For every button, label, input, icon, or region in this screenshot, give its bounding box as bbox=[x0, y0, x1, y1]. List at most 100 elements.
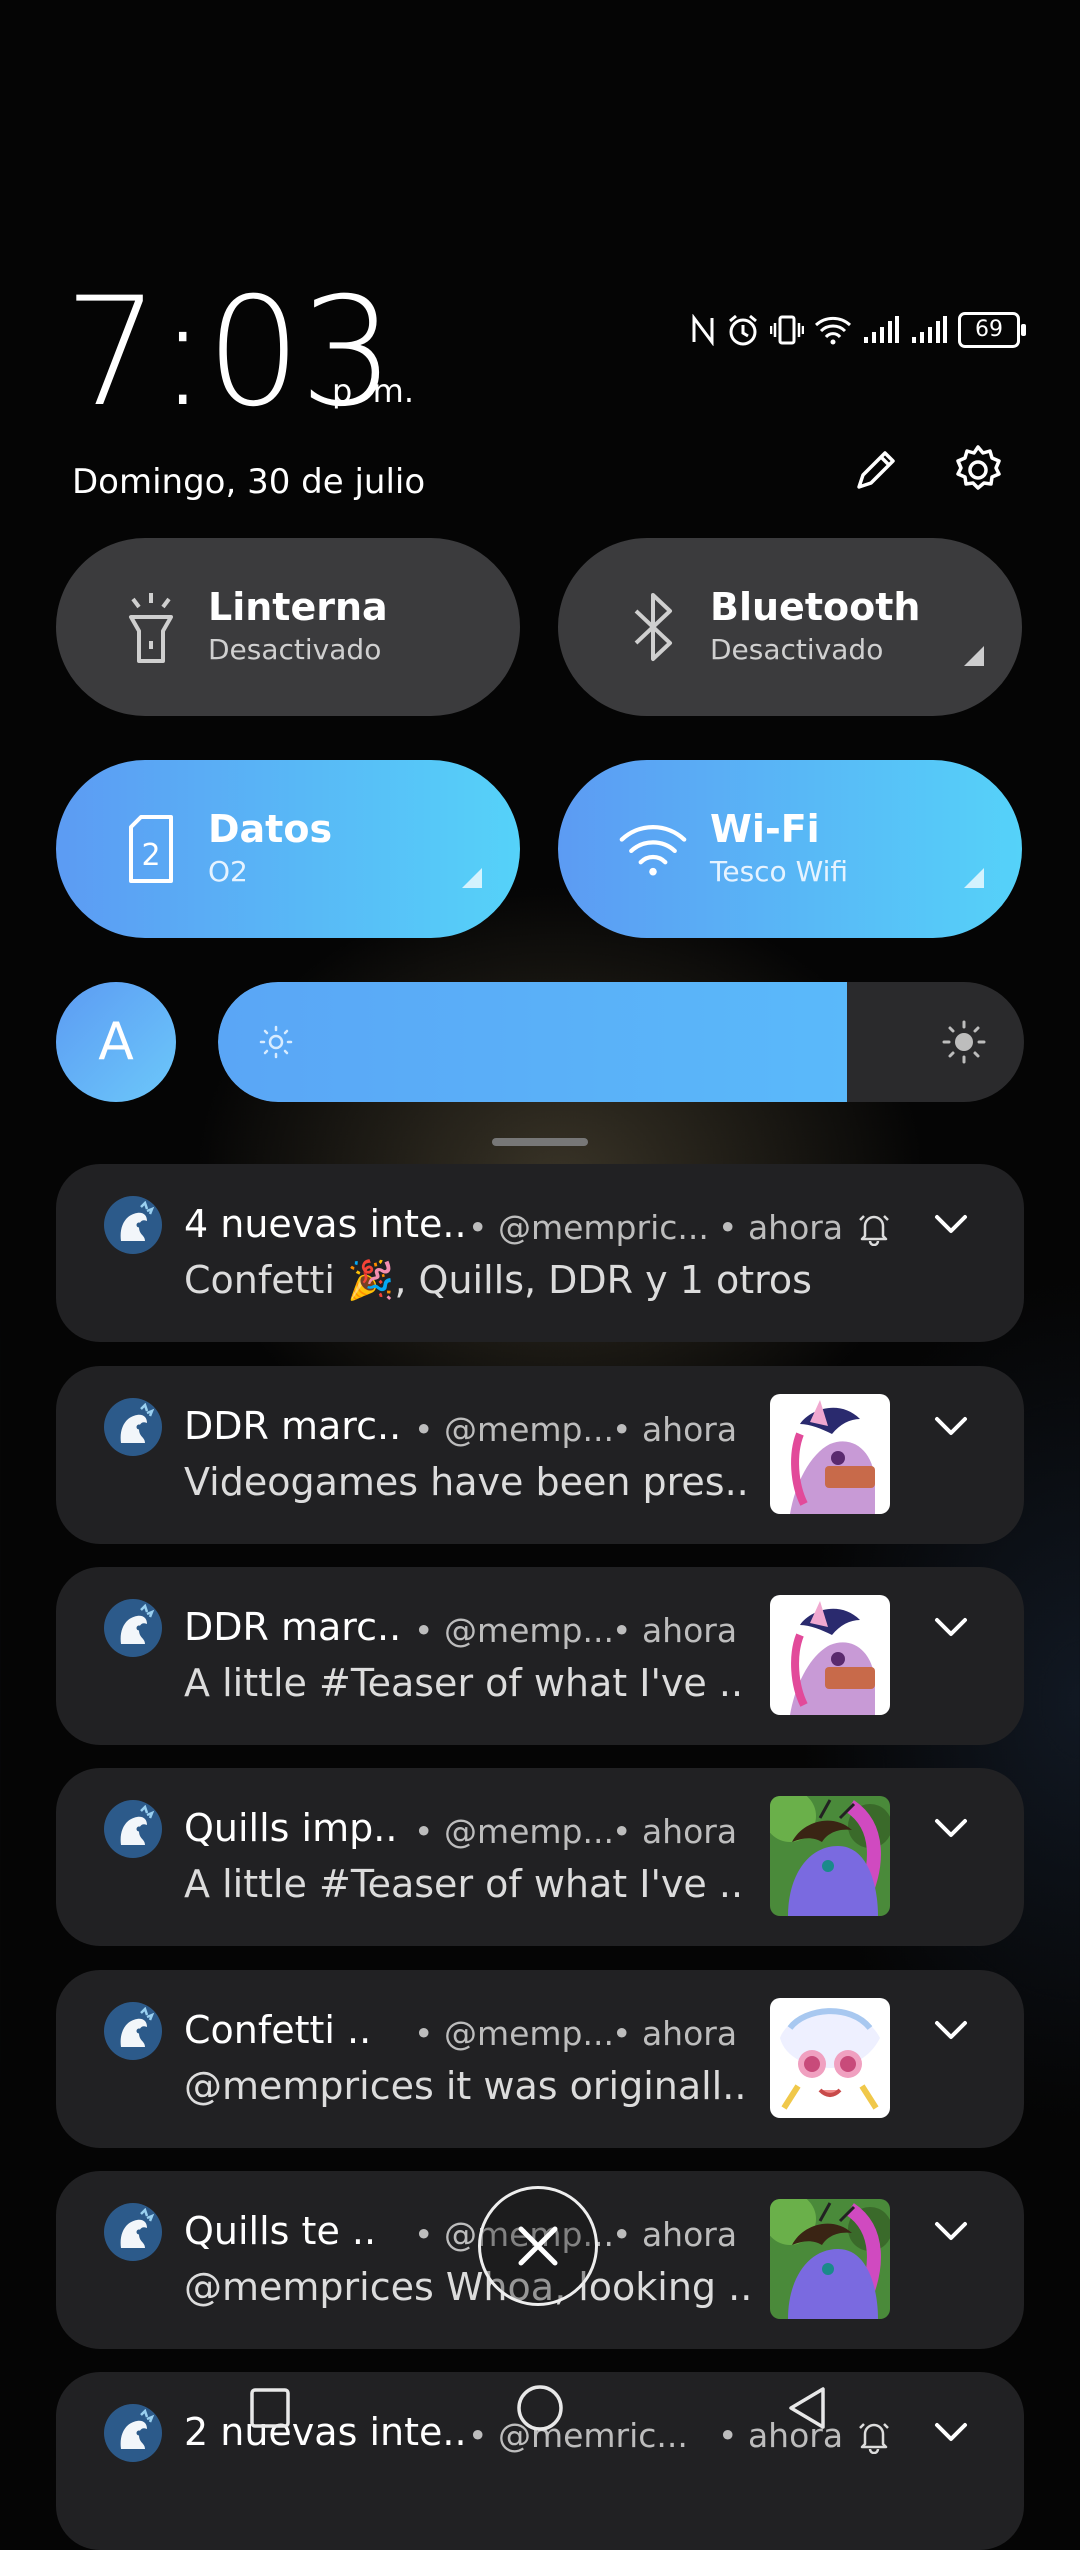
gear-icon bbox=[956, 445, 1001, 490]
tile-flashlight[interactable]: Linterna Desactivado bbox=[56, 538, 520, 716]
recents-button[interactable] bbox=[240, 2378, 300, 2438]
chevron-down-icon[interactable] bbox=[926, 2412, 976, 2452]
bell-icon[interactable] bbox=[856, 1210, 892, 1250]
close-icon bbox=[518, 2226, 558, 2266]
app-avatar-icon bbox=[104, 2002, 162, 2060]
wifi-status-icon bbox=[814, 316, 852, 345]
battery-icon: 69 bbox=[958, 312, 1026, 348]
notification-thumbnail bbox=[770, 1595, 890, 1715]
back-button[interactable] bbox=[778, 2378, 838, 2438]
sun-large-icon bbox=[942, 1020, 986, 1064]
settings-button[interactable] bbox=[948, 440, 1008, 500]
app-avatar-icon bbox=[104, 1398, 162, 1456]
app-avatar-icon bbox=[104, 1599, 162, 1657]
brightness-slider[interactable] bbox=[218, 982, 1024, 1102]
chevron-down-icon[interactable] bbox=[926, 1607, 976, 1647]
tile-title: Wi-Fi bbox=[710, 807, 820, 851]
notification-card[interactable]: Confetti .. • @memp... • ahora @memprices i… bbox=[56, 1970, 1024, 2148]
tile-wifi[interactable]: Wi-Fi Tesco Wifi bbox=[558, 760, 1022, 938]
notification-body: Videogames have been pres.. bbox=[184, 1460, 749, 1504]
expand-corner-icon bbox=[964, 868, 984, 888]
notification-title: Quills imp.. bbox=[184, 1806, 398, 1850]
expand-corner-icon bbox=[964, 646, 984, 666]
notification-card[interactable]: DDR marc.. • @memp... • ahora Videogames ha… bbox=[56, 1366, 1024, 1544]
notification-time: • ahora bbox=[718, 1208, 844, 1247]
status-bar: 69 bbox=[690, 312, 1026, 348]
chevron-down-icon[interactable] bbox=[926, 1406, 976, 1446]
date-label: Domingo, 30 de julio bbox=[72, 462, 426, 502]
notification-title: DDR marc.. bbox=[184, 1605, 402, 1649]
expand-corner-icon bbox=[462, 868, 482, 888]
chevron-down-icon[interactable] bbox=[926, 2010, 976, 2050]
notification-title: DDR marc.. bbox=[184, 1404, 402, 1448]
chevron-down-icon[interactable] bbox=[926, 1808, 976, 1848]
signal-icon-2 bbox=[912, 316, 947, 343]
svg-text:2: 2 bbox=[141, 838, 160, 873]
square-icon bbox=[250, 2388, 290, 2428]
notification-time: • ahora bbox=[612, 1812, 738, 1851]
notification-body: @memprices Whoa, looking .. bbox=[184, 2265, 753, 2309]
notification-thumbnail bbox=[770, 1998, 890, 2118]
sun-small-icon bbox=[259, 1025, 293, 1059]
tile-title: Linterna bbox=[208, 585, 388, 629]
vibrate-icon bbox=[770, 315, 804, 345]
notification-title: 2 nuevas inte.. bbox=[184, 2410, 467, 2454]
brightness-fill bbox=[218, 982, 847, 1102]
notification-handle: • @memp... bbox=[414, 1812, 614, 1851]
notification-time: • ahora bbox=[612, 1611, 738, 1650]
tile-title: Datos bbox=[208, 807, 333, 851]
notification-title: 4 nuevas inte.. bbox=[184, 1202, 467, 1246]
tile-subtitle: Desactivado bbox=[710, 633, 884, 666]
wifi-icon bbox=[618, 819, 688, 879]
circle-icon bbox=[517, 2385, 563, 2431]
notification-handle: • @memp... bbox=[414, 1410, 614, 1449]
notification-time: • ahora bbox=[612, 2215, 738, 2254]
home-button[interactable] bbox=[510, 2378, 570, 2438]
signal-icon bbox=[864, 316, 899, 343]
tile-subtitle: Tesco Wifi bbox=[710, 855, 849, 888]
notification-thumbnail bbox=[770, 1796, 890, 1916]
app-avatar-icon bbox=[104, 1196, 162, 1254]
app-avatar-icon bbox=[104, 1800, 162, 1858]
clear-all-button[interactable] bbox=[478, 2186, 598, 2306]
auto-brightness-label: A bbox=[98, 1012, 134, 1072]
alarm-icon bbox=[729, 314, 757, 346]
tile-subtitle: Desactivado bbox=[208, 633, 382, 666]
notification-card[interactable]: 4 nuevas inte.. • @mempric... • ahora Confe… bbox=[56, 1164, 1024, 1342]
bell-icon[interactable] bbox=[856, 2418, 892, 2458]
auto-brightness-button[interactable]: A bbox=[56, 982, 176, 1102]
tile-subtitle: O2 bbox=[208, 855, 248, 888]
notification-handle: • @memp... bbox=[414, 2014, 614, 2053]
chevron-down-icon[interactable] bbox=[926, 1204, 976, 1244]
app-avatar-icon bbox=[104, 2203, 162, 2261]
notification-thumbnail bbox=[770, 1394, 890, 1514]
app-avatar-icon bbox=[104, 2404, 162, 2462]
nfc-icon bbox=[692, 314, 714, 346]
notification-card[interactable]: DDR marc.. • @memp... • ahora A little #Tea… bbox=[56, 1567, 1024, 1745]
notification-body: A little #Teaser of what I've .. bbox=[184, 1661, 744, 1705]
tile-title: Bluetooth bbox=[710, 585, 921, 629]
notification-handle: • @memp... bbox=[414, 1611, 614, 1650]
pencil-icon bbox=[857, 451, 895, 489]
bluetooth-icon bbox=[618, 589, 688, 665]
notification-time: • ahora bbox=[612, 2014, 738, 2053]
notification-body: A little #Teaser of what I've .. bbox=[184, 1862, 744, 1906]
notification-handle: • @mempric... bbox=[468, 1208, 709, 1247]
notification-thumbnail bbox=[770, 2199, 890, 2319]
drag-handle[interactable] bbox=[492, 1138, 588, 1146]
notification-body: @memprices it was originall.. bbox=[184, 2064, 747, 2108]
notification-handle: • @memric... bbox=[468, 2416, 688, 2455]
flashlight-icon bbox=[116, 589, 186, 665]
clock-ampm: p. m. bbox=[332, 372, 414, 410]
tile-mobile-data[interactable]: 2 Datos O2 bbox=[56, 760, 520, 938]
notification-body: Confetti 🎉, Quills, DDR y 1 otros bbox=[184, 1258, 812, 1302]
edit-button[interactable] bbox=[846, 440, 906, 500]
notification-title: Quills te .. bbox=[184, 2209, 377, 2253]
notification-time: • ahora bbox=[612, 1410, 738, 1449]
notification-card[interactable]: Quills imp.. • @memp... • ahora A little #T… bbox=[56, 1768, 1024, 1946]
tile-bluetooth[interactable]: Bluetooth Desactivado bbox=[558, 538, 1022, 716]
triangle-back-icon bbox=[789, 2387, 825, 2429]
notification-title: Confetti .. bbox=[184, 2008, 372, 2052]
sim-card-icon: 2 bbox=[116, 813, 186, 885]
chevron-down-icon[interactable] bbox=[926, 2211, 976, 2251]
